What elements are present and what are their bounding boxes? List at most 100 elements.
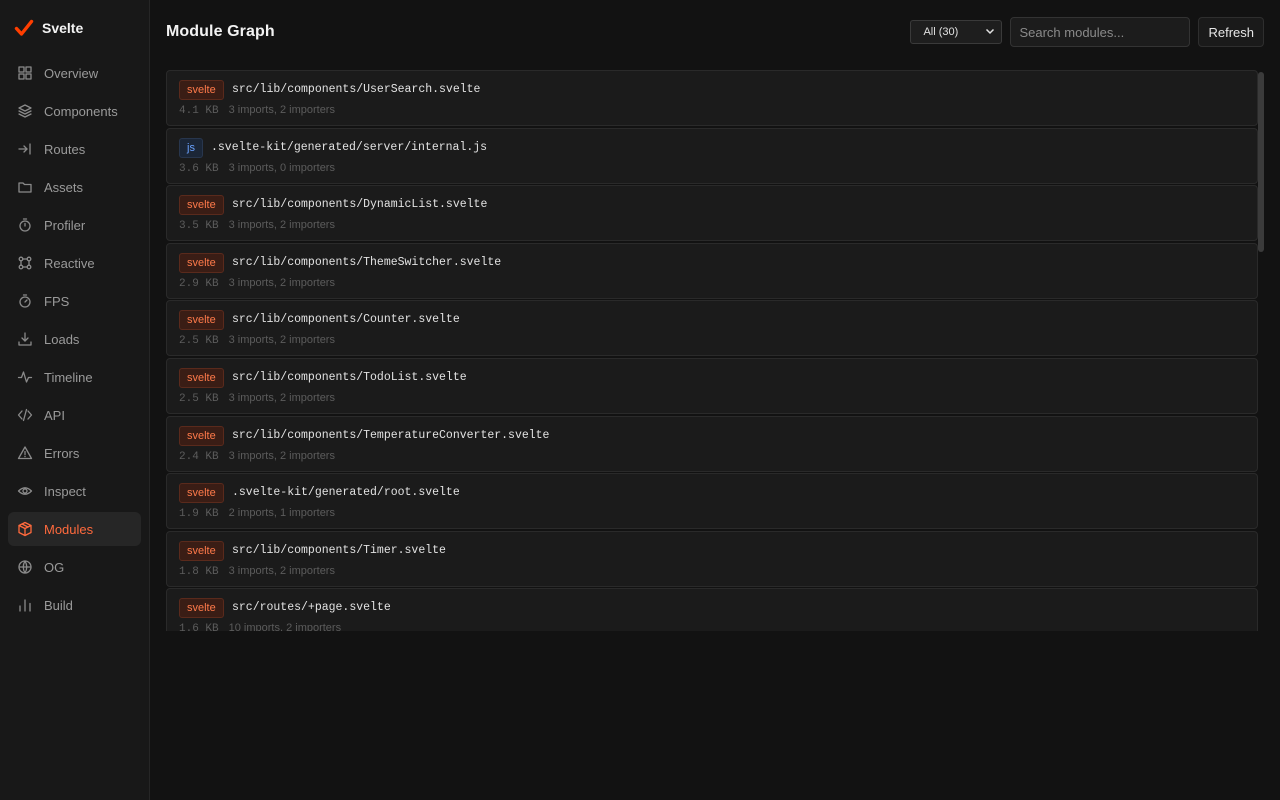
sidebar-item-label: OG (44, 559, 65, 575)
module-meta: 1.8 KB 3 imports, 2 importers (179, 565, 335, 578)
scrollbar-thumb[interactable] (1258, 72, 1264, 252)
module-row[interactable]: js .svelte-kit/generated/server/internal.… (166, 127, 1258, 184)
sidebar-item-label: Modules (44, 521, 94, 537)
module-size: 2.5 KB (179, 335, 219, 348)
sidebar-item-fps[interactable]: FPS (8, 284, 141, 318)
sidebar-item-label: Components (44, 103, 118, 119)
sidebar-item-modules[interactable]: Modules (8, 512, 141, 546)
sidebar-item-label: Reactive (44, 255, 95, 271)
layers-icon (16, 102, 34, 120)
module-path: src/lib/components/TemperatureConverter.… (232, 428, 550, 442)
module-meta: 2.9 KB 3 imports, 2 importers (179, 277, 335, 290)
sidebar-item-label: Assets (44, 179, 84, 195)
module-path: src/routes/+page.svelte (232, 601, 391, 615)
module-stats: 3 imports, 2 importers (228, 104, 335, 116)
module-stats: 3 imports, 2 importers (228, 276, 335, 289)
module-row[interactable]: svelte src/lib/components/TodoList.svelte… (166, 357, 1258, 414)
module-path: .svelte-kit/generated/root.svelte (232, 486, 460, 500)
module-filter-select[interactable]: All (30) (910, 20, 1003, 44)
eye-icon (16, 482, 34, 500)
bar-chart-icon (16, 596, 34, 614)
module-type-badge: svelte (179, 367, 224, 388)
chevron-down-icon (985, 26, 995, 39)
module-type-badge: js (179, 137, 203, 158)
brand: Svelte (0, 0, 149, 56)
search-modules-input[interactable] (1010, 17, 1191, 47)
module-path: src/lib/components/TodoList.svelte (232, 370, 467, 384)
arrow-right-to-line-icon (16, 140, 34, 158)
sidebar-item-label: Routes (44, 141, 86, 157)
header-controls: All (30) Refresh (910, 17, 1264, 47)
module-path: .svelte-kit/generated/server/internal.js (211, 140, 488, 154)
sidebar-item-label: FPS (44, 293, 70, 309)
module-path: src/lib/components/Timer.svelte (232, 543, 446, 557)
module-type-badge: svelte (179, 195, 224, 216)
module-path: src/lib/components/UserSearch.svelte (232, 83, 481, 96)
module-size: 2.5 KB (179, 392, 219, 405)
sidebar-item-label: Errors (44, 445, 80, 461)
page-header: Module Graph All (30) Refresh (166, 16, 1264, 48)
module-size: 3.5 KB (179, 220, 219, 233)
refresh-button[interactable]: Refresh (1198, 17, 1264, 47)
module-type-badge: svelte (179, 540, 224, 561)
module-meta: 1.9 KB 2 imports, 1 importers (179, 507, 335, 520)
module-size: 4.1 KB (179, 105, 219, 117)
module-path: src/lib/components/DynamicList.svelte (232, 198, 488, 212)
timer-icon (16, 292, 34, 310)
sidebar-item-inspect[interactable]: Inspect (8, 474, 141, 508)
module-stats: 3 imports, 2 importers (228, 219, 335, 232)
module-row[interactable]: svelte src/lib/components/Timer.svelte 1.8… (166, 530, 1258, 587)
filter-select-value: All (30) (923, 26, 959, 38)
sidebar-item-label: Profiler (44, 217, 86, 233)
module-meta: 1.6 KB 10 imports, 2 importers (179, 622, 341, 631)
sidebar-item-routes[interactable]: Routes (8, 132, 141, 166)
module-row[interactable]: svelte src/lib/components/Counter.svelte 2… (166, 300, 1258, 357)
sidebar-item-profiler[interactable]: Profiler (8, 208, 141, 242)
sidebar-item-og[interactable]: OG (8, 550, 141, 584)
module-type-badge: svelte (179, 598, 224, 619)
module-row[interactable]: svelte src/lib/components/UserSearch.svel… (166, 70, 1258, 126)
download-icon (16, 330, 34, 348)
module-size: 3.6 KB (179, 162, 219, 175)
devtools-app: Svelte Overview Components Routes Assets Pro… (0, 0, 1280, 800)
sidebar-item-overview[interactable]: Overview (8, 56, 141, 90)
module-list[interactable]: svelte src/lib/components/UserSearch.svel… (166, 70, 1264, 631)
module-type-badge: svelte (179, 310, 224, 331)
module-size: 2.9 KB (179, 277, 219, 290)
page-title: Module Graph (166, 23, 275, 40)
warning-icon (16, 444, 34, 462)
module-row[interactable]: svelte src/lib/components/TemperatureConv… (166, 415, 1258, 472)
sidebar-item-errors[interactable]: Errors (8, 436, 141, 470)
module-path: src/lib/components/ThemeSwitcher.svelte (232, 255, 502, 269)
sidebar-item-label: Timeline (44, 369, 93, 385)
sidebar-item-timeline[interactable]: Timeline (8, 360, 141, 394)
module-rows: svelte src/lib/components/UserSearch.svel… (166, 70, 1264, 631)
module-stats: 3 imports, 0 importers (228, 161, 335, 174)
sidebar-item-label: Build (44, 597, 73, 613)
module-list-scrollbar[interactable] (1258, 70, 1264, 631)
module-stats: 3 imports, 2 importers (228, 334, 335, 347)
module-row[interactable]: svelte .svelte-kit/generated/root.svelte 1… (166, 473, 1258, 530)
svelte-check-logo-icon (14, 18, 34, 38)
module-type-badge: svelte (179, 425, 224, 446)
sidebar-item-loads[interactable]: Loads (8, 322, 141, 356)
module-meta: 3.6 KB 3 imports, 0 importers (179, 162, 335, 175)
sidebar-item-reactive[interactable]: Reactive (8, 246, 141, 280)
sidebar-item-assets[interactable]: Assets (8, 170, 141, 204)
sidebar-item-components[interactable]: Components (8, 94, 141, 128)
module-type-badge: svelte (179, 252, 224, 273)
module-row[interactable]: svelte src/lib/components/DynamicList.sve… (166, 185, 1258, 242)
module-row[interactable]: svelte src/lib/components/ThemeSwitcher.s… (166, 242, 1258, 299)
code-icon (16, 406, 34, 424)
package-icon (16, 520, 34, 538)
module-meta: 2.5 KB 3 imports, 2 importers (179, 334, 335, 347)
module-meta: 2.4 KB 3 imports, 2 importers (179, 450, 335, 463)
module-stats: 3 imports, 2 importers (228, 449, 335, 462)
globe-icon (16, 558, 34, 576)
folder-icon (16, 178, 34, 196)
module-row[interactable]: svelte src/routes/+page.svelte 1.6 KB 10 im… (166, 588, 1258, 631)
sidebar-item-api[interactable]: API (8, 398, 141, 432)
sidebar-item-label: Loads (44, 331, 80, 347)
sidebar-nav: Overview Components Routes Assets Profiler Re… (0, 56, 149, 622)
sidebar-item-build[interactable]: Build (8, 588, 141, 622)
